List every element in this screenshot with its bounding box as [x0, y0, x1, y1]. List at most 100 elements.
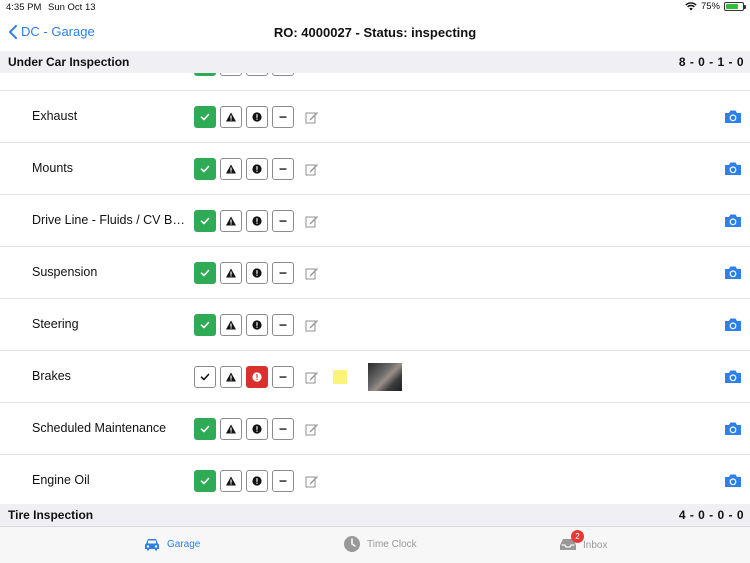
inbox-badge: 2: [571, 530, 584, 543]
note-icon[interactable]: [333, 370, 347, 384]
warning-button[interactable]: [220, 418, 242, 440]
camera-icon[interactable]: [724, 265, 742, 280]
warning-button[interactable]: [220, 73, 242, 76]
status-date: Sun Oct 13: [48, 2, 96, 13]
battery-icon: [724, 2, 746, 11]
list-item[interactable]: Scheduled Maintenance: [0, 403, 750, 455]
ok-button[interactable]: [194, 470, 216, 492]
item-name: Mounts: [32, 161, 73, 175]
warning-button[interactable]: [220, 158, 242, 180]
edit-icon[interactable]: [305, 266, 319, 280]
status-buttons: [194, 366, 294, 388]
section-header-under-car[interactable]: Under Car Inspection 8 - 0 - 1 - 0: [0, 51, 750, 73]
na-button[interactable]: [272, 366, 294, 388]
alert-button[interactable]: [246, 106, 268, 128]
warning-button[interactable]: [220, 366, 242, 388]
na-button[interactable]: [272, 470, 294, 492]
ok-button[interactable]: [194, 314, 216, 336]
section-title: Tire Inspection: [8, 508, 94, 522]
status-buttons: [194, 418, 294, 440]
list-item[interactable]: Exhaust: [0, 91, 750, 143]
status-buttons: [194, 106, 294, 128]
list-item[interactable]: Engine Oil: [0, 455, 750, 504]
alert-button[interactable]: [246, 210, 268, 232]
tab-time-clock[interactable]: Time Clock: [343, 535, 417, 553]
ok-button[interactable]: [194, 418, 216, 440]
warning-button[interactable]: [220, 470, 242, 492]
alert-button[interactable]: [246, 73, 268, 76]
alert-button[interactable]: [246, 262, 268, 284]
section-count: 8 - 0 - 1 - 0: [678, 55, 744, 69]
item-name: Steering: [32, 317, 79, 331]
item-name: Suspension: [32, 265, 98, 279]
section-header-tire[interactable]: Tire Inspection 4 - 0 - 0 - 0: [0, 504, 750, 526]
edit-icon[interactable]: [305, 474, 319, 488]
item-name: Exhaust: [32, 109, 78, 123]
clock-icon: [344, 536, 360, 552]
status-buttons: [194, 210, 294, 232]
na-button[interactable]: [272, 158, 294, 180]
ok-button[interactable]: [194, 106, 216, 128]
na-button[interactable]: [272, 314, 294, 336]
camera-icon[interactable]: [724, 317, 742, 332]
list-item[interactable]: Drive Line - Fluids / CV Boots: [0, 195, 750, 247]
ok-button[interactable]: [194, 73, 216, 76]
car-icon: [145, 539, 159, 551]
section-count: 4 - 0 - 0 - 0: [678, 508, 744, 522]
list-item-partial[interactable]: [0, 73, 750, 91]
alert-button[interactable]: [246, 470, 268, 492]
warning-button[interactable]: [220, 210, 242, 232]
battery-percent: 75%: [700, 1, 720, 12]
list-item[interactable]: Steering: [0, 299, 750, 351]
photo-thumbnail[interactable]: [368, 363, 402, 391]
ok-button[interactable]: [194, 366, 216, 388]
status-buttons: [194, 470, 294, 492]
tab-bar: Garage Time Clock 2 Inbox: [0, 526, 750, 563]
warning-button[interactable]: [220, 106, 242, 128]
warning-button[interactable]: [220, 314, 242, 336]
status-buttons: [194, 314, 294, 336]
edit-icon[interactable]: [305, 318, 319, 332]
camera-icon[interactable]: [724, 473, 742, 488]
inspection-list[interactable]: Exhaust Mounts Drive Line - Fluids / CV Bo…: [0, 73, 750, 504]
alert-button[interactable]: [246, 158, 268, 180]
warning-button[interactable]: [220, 262, 242, 284]
camera-icon[interactable]: [724, 109, 742, 124]
alert-button[interactable]: [246, 366, 268, 388]
inbox-icon-wrap: 2: [559, 530, 584, 556]
list-item[interactable]: Brakes: [0, 351, 750, 403]
tab-garage[interactable]: Garage: [143, 535, 200, 553]
edit-icon[interactable]: [305, 370, 319, 384]
na-button[interactable]: [272, 106, 294, 128]
item-name: Engine Oil: [32, 473, 90, 487]
edit-icon[interactable]: [305, 110, 319, 124]
ok-button[interactable]: [194, 210, 216, 232]
camera-icon[interactable]: [724, 213, 742, 228]
na-button[interactable]: [272, 73, 294, 76]
section-title: Under Car Inspection: [8, 55, 130, 69]
edit-icon[interactable]: [305, 422, 319, 436]
edit-icon[interactable]: [305, 214, 319, 228]
status-buttons: [194, 158, 294, 180]
ok-button[interactable]: [194, 158, 216, 180]
page-title: RO: 4000027 - Status: inspecting: [273, 25, 477, 40]
item-name: Drive Line - Fluids / CV Boots: [32, 213, 190, 227]
tab-label: Inbox: [583, 540, 608, 551]
ok-button[interactable]: [194, 262, 216, 284]
edit-icon[interactable]: [305, 162, 319, 176]
camera-icon[interactable]: [724, 369, 742, 384]
na-button[interactable]: [272, 210, 294, 232]
status-bar: 4:35 PM Sun Oct 13 75%: [0, 0, 750, 14]
na-button[interactable]: [272, 418, 294, 440]
alert-button[interactable]: [246, 314, 268, 336]
na-button[interactable]: [272, 262, 294, 284]
camera-icon[interactable]: [724, 421, 742, 436]
list-item[interactable]: Mounts: [0, 143, 750, 195]
camera-icon[interactable]: [724, 161, 742, 176]
wifi-icon: [685, 2, 697, 11]
list-item[interactable]: Suspension: [0, 247, 750, 299]
tab-inbox[interactable]: 2 Inbox: [559, 530, 608, 556]
alert-button[interactable]: [246, 418, 268, 440]
nav-bar: DC - Garage RO: 4000027 - Status: inspec…: [0, 14, 750, 52]
tab-label: Time Clock: [367, 538, 417, 550]
